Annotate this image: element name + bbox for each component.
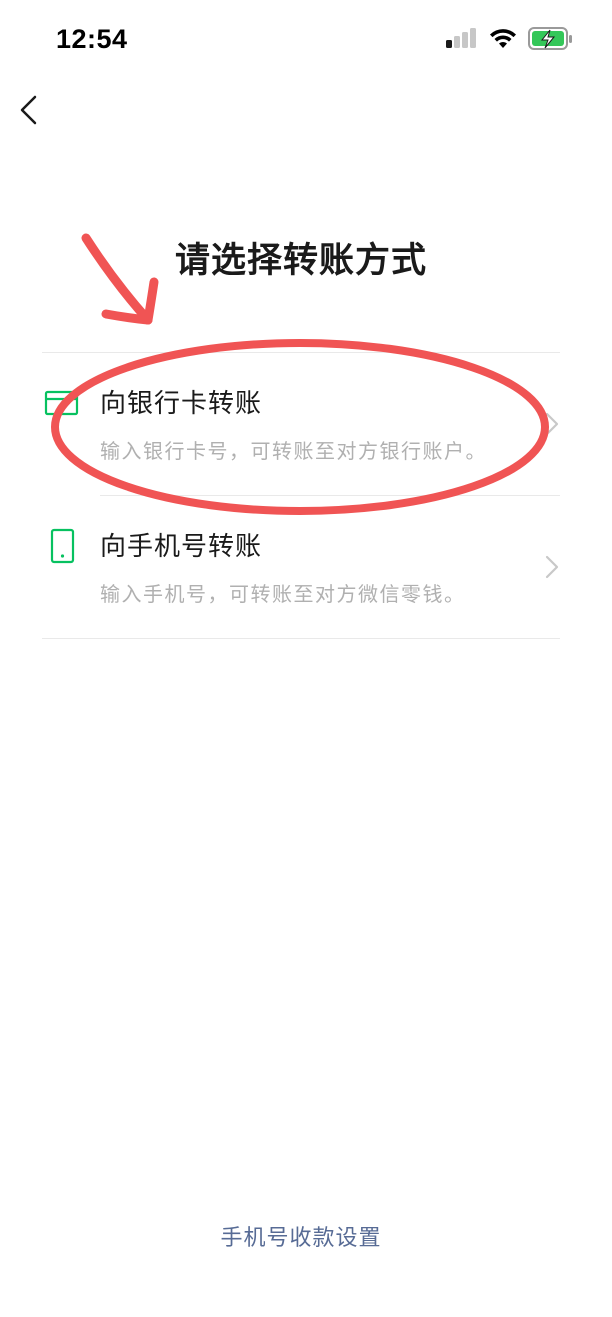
- battery-charging-icon: [528, 27, 572, 50]
- chevron-right-icon: [545, 412, 559, 436]
- option-bank-card-transfer[interactable]: 向银行卡转账 输入银行卡号，可转账至对方银行账户。: [42, 353, 560, 495]
- page-title: 请选择转账方式: [174, 241, 427, 281]
- wifi-icon: [490, 29, 516, 48]
- option-description: 输入银行卡号，可转账至对方银行账户。: [100, 439, 487, 463]
- option-phone-transfer[interactable]: 向手机号转账 输入手机号，可转账至对方微信零钱。: [42, 496, 560, 638]
- status-time: 12:54: [56, 24, 128, 54]
- phone-receive-settings-link[interactable]: 手机号收款设置: [0, 1220, 602, 1252]
- mobile-phone-icon: [50, 528, 75, 564]
- back-button[interactable]: [8, 90, 48, 130]
- status-bar: 12:54: [0, 0, 612, 84]
- bank-card-icon: [44, 390, 79, 416]
- option-description: 输入手机号，可转账至对方微信零钱。: [100, 582, 466, 606]
- cellular-signal-icon: [446, 28, 476, 48]
- status-icons: [440, 26, 580, 56]
- annotation-overlay: [51, 233, 549, 515]
- chevron-left-icon: [20, 95, 37, 125]
- chevron-right-icon: [545, 555, 559, 579]
- option-title: 向手机号转账: [100, 532, 263, 562]
- divider-bottom: [42, 638, 560, 639]
- option-title: 向银行卡转账: [100, 389, 263, 419]
